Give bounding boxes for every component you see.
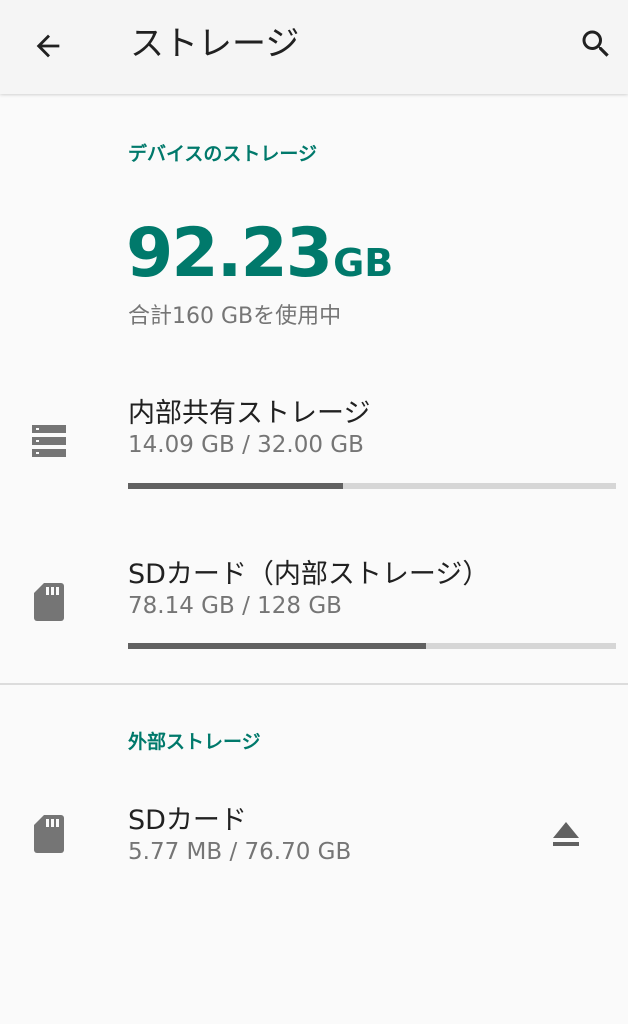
total-used-unit: GB [333,241,394,285]
section-divider [0,683,628,685]
storage-icon [30,421,68,461]
sd-card-icon [30,814,68,854]
back-button[interactable] [22,22,74,70]
total-used-number: 92.23 [126,214,333,293]
volume-summary: 78.14 GB / 128 GB [128,593,342,619]
volume-progress-fill [128,483,343,489]
search-button[interactable] [572,20,620,68]
volume-progress-bar [128,483,616,489]
total-caption: 合計160 GBを使用中 [128,304,342,329]
volume-progress-bar [128,643,616,649]
eject-button[interactable] [542,812,590,858]
external-item-title: SDカード [128,805,247,836]
sd-card-icon [30,582,68,622]
search-icon [582,30,609,57]
volume-title: SDカード（内部ストレージ） [128,559,490,590]
app-bar: ストレージ [0,0,628,94]
page-title: ストレージ [130,24,300,64]
eject-icon [553,822,579,846]
arrow-back-icon [36,34,60,58]
volume-progress-fill [128,643,426,649]
volume-summary: 14.09 GB / 32.00 GB [128,432,364,458]
external-storage-header: 外部ストレージ [128,731,261,753]
volume-title: 内部共有ストレージ [128,398,371,429]
device-storage-header: デバイスのストレージ [128,143,318,165]
external-item-summary: 5.77 MB / 76.70 GB [128,839,352,865]
